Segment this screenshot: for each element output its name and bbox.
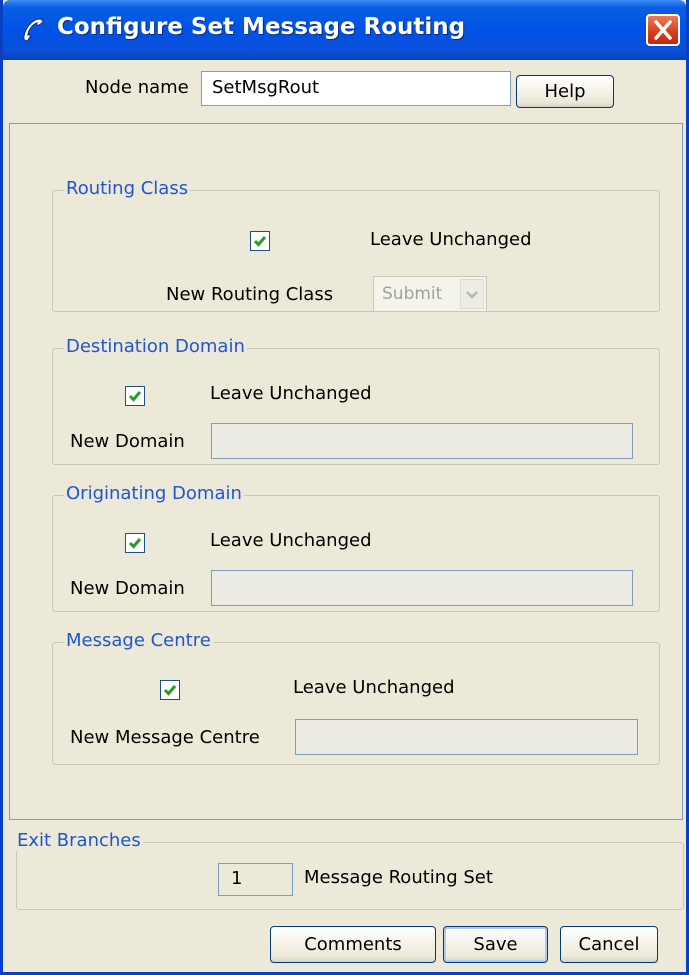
routing-class-title: Routing Class (64, 178, 191, 199)
destination-domain-title: Destination Domain (64, 336, 247, 357)
message-centre-leave-unchanged-checkbox[interactable] (160, 680, 180, 700)
close-button[interactable] (646, 14, 680, 46)
new-routing-class-value: Submit (382, 284, 443, 304)
originating-domain-title: Originating Domain (64, 483, 244, 504)
configure-dialog: Configure Set Message Routing Node name … (0, 0, 689, 975)
comments-button[interactable]: Comments (270, 926, 436, 963)
destination-domain-leave-unchanged-label: Leave Unchanged (210, 383, 372, 404)
exit-branches-title: Exit Branches (15, 830, 143, 851)
message-centre-leave-unchanged-label: Leave Unchanged (293, 677, 455, 698)
originating-domain-leave-unchanged-label: Leave Unchanged (210, 530, 372, 551)
checkmark-icon (128, 391, 142, 402)
window-title: Configure Set Message Routing (57, 14, 466, 40)
new-routing-class-label: New Routing Class (166, 284, 334, 305)
node-name-input[interactable]: SetMsgRout (201, 71, 511, 106)
checkmark-icon (163, 685, 177, 696)
destination-domain-group: Destination Domain Leave Unchanged New D… (52, 336, 660, 465)
title-bar[interactable]: Configure Set Message Routing (3, 0, 686, 60)
save-button[interactable]: Save (443, 926, 548, 963)
routing-class-leave-unchanged-checkbox[interactable] (250, 231, 270, 251)
exit-branch-label: Message Routing Set (304, 867, 493, 888)
originating-new-domain-label: New Domain (70, 578, 185, 599)
originating-new-domain-input[interactable] (211, 570, 633, 606)
originating-domain-leave-unchanged-checkbox[interactable] (125, 533, 145, 553)
new-message-centre-label: New Message Centre (70, 727, 260, 748)
checkmark-icon (253, 236, 267, 247)
destination-new-domain-label: New Domain (70, 431, 185, 452)
routing-class-group: Routing Class Leave Unchanged New Routin… (52, 178, 660, 312)
node-name-row: Node name SetMsgRout Help (3, 60, 686, 120)
cancel-button[interactable]: Cancel (560, 926, 658, 963)
new-message-centre-input[interactable] (295, 719, 638, 755)
message-centre-group: Message Centre Leave Unchanged New Messa… (52, 630, 660, 765)
new-routing-class-select[interactable]: Submit (373, 276, 487, 312)
settings-panel: Routing Class Leave Unchanged New Routin… (9, 123, 683, 820)
routing-class-leave-unchanged-label: Leave Unchanged (370, 229, 532, 250)
phone-handset-icon (19, 16, 47, 44)
destination-new-domain-input[interactable] (211, 423, 633, 459)
close-icon (654, 20, 672, 40)
help-button[interactable]: Help (516, 75, 614, 108)
message-centre-title: Message Centre (64, 630, 213, 651)
destination-domain-leave-unchanged-checkbox[interactable] (125, 386, 145, 406)
originating-domain-group: Originating Domain Leave Unchanged New D… (52, 483, 660, 612)
chevron-down-icon (460, 279, 484, 309)
node-name-label: Node name (85, 77, 189, 98)
button-bar: Comments Save Cancel (3, 915, 686, 972)
exit-branches-group: Exit Branches 1 Message Routing Set (15, 830, 684, 910)
checkmark-icon (128, 538, 142, 549)
exit-branch-number: 1 (218, 863, 293, 896)
